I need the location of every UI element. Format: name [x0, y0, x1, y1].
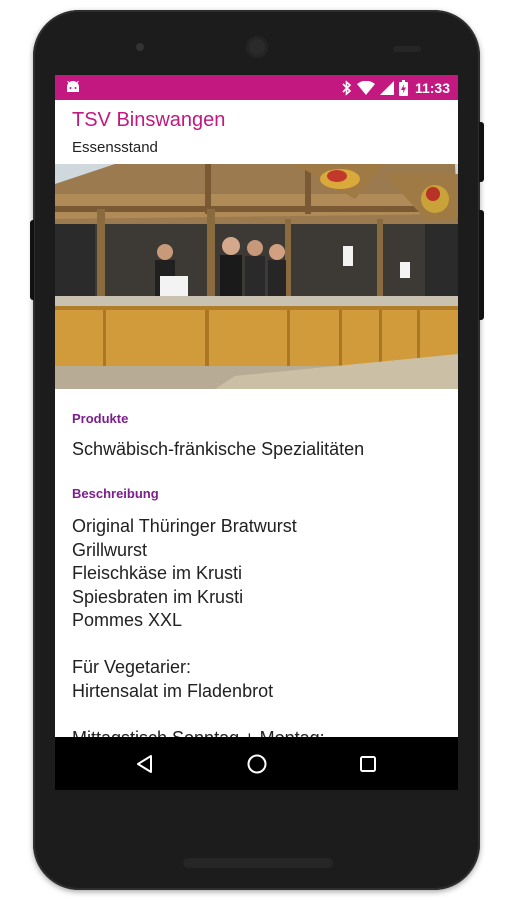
status-bar: 11:33	[55, 75, 458, 100]
home-icon	[247, 754, 267, 774]
description-text: Original Thüringer Bratwurst Grillwurst …	[72, 515, 325, 750]
status-time: 11:33	[414, 79, 450, 96]
recents-icon	[360, 756, 376, 772]
status-icons: 11:33	[342, 75, 450, 100]
back-button[interactable]	[128, 747, 162, 781]
page-subtitle: Essensstand	[72, 139, 158, 156]
home-button[interactable]	[240, 747, 274, 781]
description-line: Hirtensalat im Fladenbrot	[72, 680, 274, 701]
page-title: TSV Binswangen	[72, 109, 226, 131]
bluetooth-icon	[342, 79, 352, 96]
description-line: Fleischkäse im Krusti	[72, 563, 243, 583]
description-line	[72, 703, 325, 727]
volume-button	[479, 210, 484, 320]
food-stand-photo	[55, 164, 458, 389]
description-line: Pommes XXL	[72, 610, 183, 630]
android-icon	[67, 81, 79, 92]
description-line: Für Vegetarier:	[72, 657, 192, 677]
bottom-speaker	[183, 858, 333, 868]
cell-signal-icon	[379, 80, 394, 95]
front-camera	[246, 36, 268, 58]
power-button	[479, 122, 484, 182]
battery-charging-icon	[398, 79, 408, 96]
front-sensor	[136, 43, 144, 51]
screen: 11:33 TSV Binswangen Essensstand Produkt…	[55, 75, 458, 790]
description-line: Original Thüringer Bratwurst	[72, 516, 297, 536]
back-icon	[137, 755, 152, 773]
recents-button[interactable]	[351, 747, 385, 781]
description-line: Grillwurst	[72, 539, 147, 560]
products-label: Produkte	[72, 411, 129, 426]
navigation-bar	[55, 737, 458, 790]
wifi-icon	[356, 80, 375, 95]
app-header: TSV Binswangen Essensstand	[55, 100, 458, 164]
description-label: Beschreibung	[72, 486, 159, 501]
description-line: Spiesbraten im Krusti	[72, 586, 244, 607]
description-line	[72, 633, 325, 657]
proximity-sensor	[393, 46, 421, 52]
side-button	[30, 220, 34, 300]
products-value: Schwäbisch-fränkische Spezialitäten	[72, 439, 365, 459]
